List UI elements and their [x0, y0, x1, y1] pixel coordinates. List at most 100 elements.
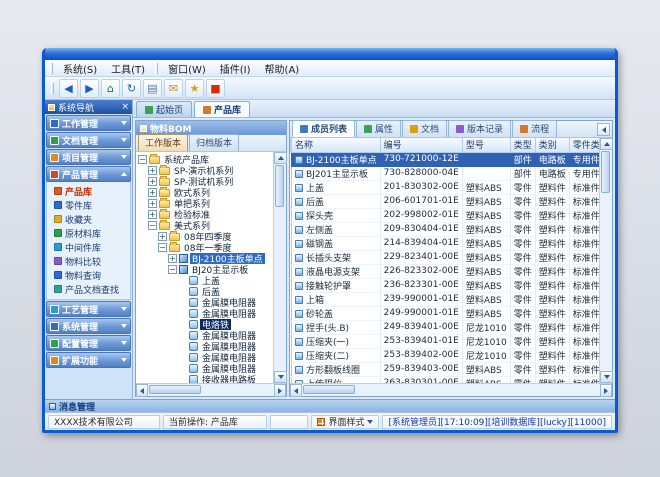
table-row[interactable]: 液晶电源支架226-823302-00E塑料ABS零件塑料件标准件外协条 — [291, 264, 600, 278]
tree-node[interactable]: 上盖 — [136, 275, 273, 286]
table-row[interactable]: 上箱239-990001-01E塑料ABS零件塑料件标准件外协条 — [291, 292, 600, 306]
tree-scrollbar-thumb[interactable] — [275, 165, 284, 207]
menu-item-5[interactable]: 帮助(A) — [258, 60, 307, 77]
sidebar-item[interactable]: 产品文档查找 — [47, 282, 130, 296]
scroll-right-icon[interactable] — [274, 384, 286, 397]
scroll-down-icon[interactable] — [600, 371, 613, 383]
mail-button[interactable]: ✉ — [164, 79, 183, 98]
sidebar-close-icon[interactable]: × — [121, 103, 129, 112]
table-row[interactable]: 磁钢盖214-839404-01E塑料ABS零件塑料件标准件外协条 — [291, 236, 600, 250]
tree-node[interactable]: +欧式系列 — [136, 187, 273, 198]
expander-plus-icon[interactable]: + — [168, 254, 177, 263]
column-header-4[interactable]: 类型 — [510, 138, 535, 152]
exit-button[interactable]: ■ — [206, 79, 225, 98]
doc-tab-2[interactable]: 产品库 — [194, 101, 250, 117]
expander-plus-icon[interactable]: + — [148, 210, 157, 219]
sidebar-item[interactable]: 原材料库 — [47, 226, 130, 240]
tree-node[interactable]: +08年四季度 — [136, 231, 273, 242]
expander-plus-icon[interactable]: + — [148, 166, 157, 175]
tree-node[interactable]: 接收器电路板 — [136, 374, 273, 383]
expander-minus-icon[interactable]: − — [168, 265, 177, 274]
window-titlebar[interactable] — [45, 48, 615, 60]
tree-node[interactable]: +BJ-2100主板单点 — [136, 253, 273, 264]
detail-tab-1[interactable]: 成员列表 — [292, 120, 355, 137]
table-row[interactable]: 砂轮盖249-990001-01E塑料ABS零件塑料件标准件外协条 — [291, 306, 600, 320]
tree-vertical-scrollbar[interactable] — [273, 152, 286, 383]
sidebar-item[interactable]: 产品库 — [47, 184, 130, 198]
table-horizontal-scrollbar[interactable] — [290, 383, 612, 396]
table-scrollbar-thumb[interactable] — [601, 151, 610, 193]
table-row[interactable]: 长插头支架229-823401-00E塑料ABS零件塑料件标准件外协条 — [291, 250, 600, 264]
home-button[interactable]: ⌂ — [101, 79, 120, 98]
ui-style-selector[interactable]: 界面样式 — [311, 415, 379, 429]
column-header-3[interactable]: 型号 — [462, 138, 510, 152]
tree-node[interactable]: −08年一季度 — [136, 242, 273, 253]
message-panel-bar[interactable]: 消息管理 — [45, 399, 615, 412]
bom-version-tab-2[interactable]: 归档版本 — [189, 134, 239, 151]
tree-node[interactable]: +SP-演示机系列 — [136, 165, 273, 176]
list-view-button[interactable]: ▤ — [143, 79, 162, 98]
tree-node[interactable]: +检验标准 — [136, 209, 273, 220]
table-row[interactable]: 左侧盖209-830404-01E塑料ABS零件塑料件标准件外协条 — [291, 222, 600, 236]
tree-hscrollbar-track[interactable] — [148, 384, 274, 396]
sidebar-item[interactable]: 零件库 — [47, 198, 130, 212]
tree-node[interactable]: 金属膜电阻器 — [136, 363, 273, 374]
menu-item-2[interactable]: 工具(T) — [104, 60, 152, 77]
sidebar-group-7[interactable]: 配置管理 — [46, 335, 131, 351]
sidebar-item[interactable]: 物料比较 — [47, 254, 130, 268]
sidebar-group-1[interactable]: 工作管理 — [46, 115, 131, 131]
sidebar-group-3[interactable]: 项目管理 — [46, 149, 131, 165]
table-row[interactable]: BJ-2100主板单点730-721000-12E部件电路板专用件外协 — [291, 152, 600, 166]
sidebar-group-6[interactable]: 系统管理 — [46, 318, 131, 334]
sidebar-group-5[interactable]: 工艺管理 — [46, 301, 131, 317]
detail-tab-5[interactable]: 流程 — [512, 120, 557, 137]
menu-item-1[interactable]: 系统(S) — [56, 60, 104, 77]
table-row[interactable]: 压缩夹(二)253-839402-00E尼龙1010零件塑料件标准件外协条 — [291, 348, 600, 362]
menu-item-3[interactable]: 窗口(W) — [161, 60, 213, 77]
tree-hscrollbar-thumb[interactable] — [149, 385, 201, 394]
scroll-right-icon[interactable] — [600, 384, 612, 397]
tree-node[interactable]: 电烙铁 — [136, 319, 273, 330]
sidebar-group-2[interactable]: 文档管理 — [46, 132, 131, 148]
collapse-panel-button[interactable] — [597, 123, 610, 136]
refresh-button[interactable]: ↻ — [122, 79, 141, 98]
tree-node[interactable]: +SP-测试机系列 — [136, 176, 273, 187]
sidebar-item[interactable]: 物料查询 — [47, 268, 130, 282]
table-hscrollbar-thumb[interactable] — [303, 385, 355, 394]
expander-plus-icon[interactable]: + — [148, 199, 157, 208]
expander-plus-icon[interactable]: + — [148, 177, 157, 186]
tree-node[interactable]: +单把系列 — [136, 198, 273, 209]
table-row[interactable]: BJ201主显示板730-828000-04E部件电路板专用件外协颗 — [291, 166, 600, 180]
table-row[interactable]: 探头壳202-998002-01E塑料ABS零件塑料件标准件外协条 — [291, 208, 600, 222]
scroll-up-icon[interactable] — [600, 138, 613, 150]
scroll-left-icon[interactable] — [136, 384, 148, 397]
expander-minus-icon[interactable]: − — [158, 243, 167, 252]
tree-scrollbar-track[interactable] — [274, 164, 286, 371]
tree-node[interactable]: 金属膜电阻器 — [136, 352, 273, 363]
detail-tab-4[interactable]: 版本记录 — [448, 120, 511, 137]
expander-plus-icon[interactable]: + — [158, 232, 167, 241]
doc-tab-1[interactable]: 起始页 — [136, 101, 192, 117]
table-row[interactable]: 上传限位263-830301-00E塑料ABS零件塑料件标准件外协条 — [291, 376, 600, 383]
tree-node[interactable]: 金属膜电阻器 — [136, 308, 273, 319]
table-row[interactable]: 接触轮护罩236-823301-00E塑料ABS零件塑料件标准件外协条 — [291, 278, 600, 292]
tree-node[interactable]: −美式系列 — [136, 220, 273, 231]
column-header-5[interactable]: 类别 — [535, 138, 569, 152]
forward-button[interactable]: ▶ — [80, 79, 99, 98]
table-row[interactable]: 上盖201-830302-00E塑料ABS零件塑料件标准件外协条 — [291, 180, 600, 194]
menu-item-4[interactable]: 插件(I) — [213, 60, 258, 77]
table-hscrollbar-track[interactable] — [302, 384, 600, 396]
tree-node[interactable]: 金属膜电阻器 — [136, 330, 273, 341]
sidebar-group-4[interactable]: 产品管理 — [46, 166, 131, 182]
sidebar-item[interactable]: 中间件库 — [47, 240, 130, 254]
scroll-left-icon[interactable] — [290, 384, 302, 397]
back-button[interactable]: ◀ — [59, 79, 78, 98]
table-scrollbar-track[interactable] — [600, 150, 612, 371]
column-header-2[interactable]: 编号 — [380, 138, 462, 152]
table-row[interactable]: 捏手(头.B)249-839401-00E尼龙1010零件塑料件标准件外协个 — [291, 320, 600, 334]
tree-node[interactable]: −系统产品库 — [136, 154, 273, 165]
tree-node[interactable]: 金属膜电阻器 — [136, 297, 273, 308]
expander-plus-icon[interactable]: + — [148, 188, 157, 197]
tree-node[interactable]: −BJ20主显示板 — [136, 264, 273, 275]
bom-version-tab-1[interactable]: 工作版本 — [138, 134, 188, 151]
